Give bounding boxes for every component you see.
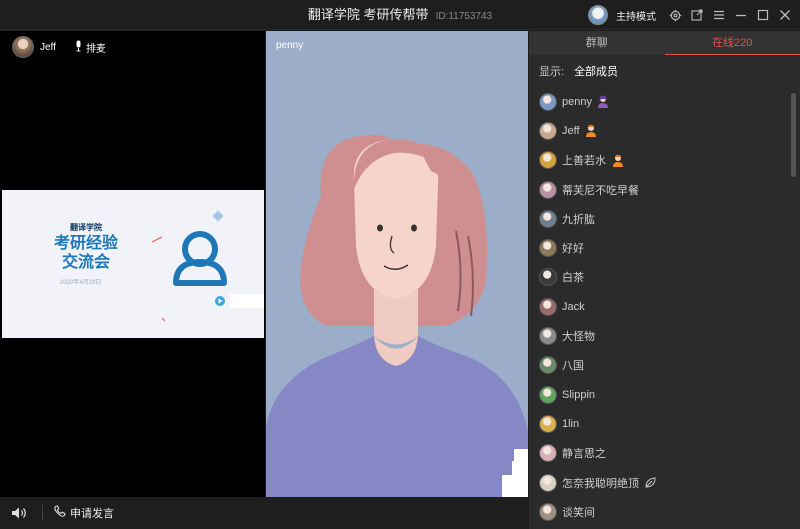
presenter-video-panel[interactable]: Jeff 排麦 翻译学院 考研经验 交流会 2020年4月29日	[0, 31, 265, 497]
user-avatar	[12, 36, 34, 58]
room-title: 翻译学院 考研传帮带	[307, 7, 429, 22]
member-avatar	[539, 297, 557, 316]
member-item[interactable]: 大怪物	[529, 321, 800, 350]
member-item[interactable]: 怎奈我聪明绝顶	[529, 468, 800, 497]
title-bar: 翻译学院 考研传帮带 ID:11753743 主持模式	[0, 0, 800, 30]
maximize-icon[interactable]	[756, 8, 770, 22]
microphone-icon	[74, 40, 83, 55]
member-item[interactable]: penny	[529, 87, 800, 116]
toolbar-divider	[42, 505, 43, 521]
queue-mic-label: 排麦	[85, 43, 106, 55]
member-name: Slippin	[562, 388, 596, 401]
member-name: 静言思之	[562, 448, 606, 461]
member-item[interactable]: Jeff	[529, 116, 800, 145]
chat-panel: 群聊 在线220 显示: 全部成员 penny Jeff 上善若水蒂芙尼不吃早餐 九折…	[529, 31, 800, 529]
host-badge-icon	[611, 154, 624, 167]
chat-tabs: 群聊 在线220	[529, 31, 800, 55]
tab-group-chat[interactable]: 群聊	[529, 31, 665, 55]
member-item[interactable]: 蒂芙尼不吃早餐	[529, 175, 800, 204]
member-name: 大怪物	[562, 331, 595, 344]
filter-label: 显示:	[539, 66, 565, 78]
member-avatar	[539, 327, 557, 346]
member-filter[interactable]: 显示: 全部成员	[529, 55, 800, 87]
member-name: 八国	[562, 360, 584, 373]
member-item[interactable]: 1lin	[529, 409, 800, 438]
member-item[interactable]: 上善若水	[529, 146, 800, 175]
presentation-slide: 翻译学院 考研经验 交流会 2020年4月29日	[2, 190, 264, 338]
member-name: penny	[562, 95, 592, 108]
member-list-scrollbar[interactable]	[791, 93, 796, 177]
member-avatar	[539, 385, 557, 404]
member-avatar	[539, 444, 557, 463]
settings-icon[interactable]	[668, 8, 682, 22]
member-name: 好好	[562, 243, 584, 256]
member-avatar	[539, 502, 557, 521]
member-name: Jack	[562, 300, 585, 313]
bottom-toolbar: 申请发言	[0, 497, 528, 529]
volume-icon[interactable]	[10, 504, 28, 522]
member-item[interactable]: 九折肱	[529, 204, 800, 233]
member-name: 谈笑间	[562, 506, 595, 519]
member-avatar	[539, 239, 557, 258]
member-avatar	[539, 209, 557, 228]
member-item[interactable]: 静言思之	[529, 439, 800, 468]
member-name: 1lin	[562, 417, 580, 430]
host-badge-icon	[585, 124, 598, 138]
member-avatar	[539, 121, 557, 140]
member-name: 九折肱	[562, 213, 595, 226]
request-speak-button[interactable]: 申请发言	[53, 505, 114, 521]
member-item[interactable]: 八国	[529, 351, 800, 380]
queue-mic-button[interactable]: 排麦	[74, 40, 106, 55]
member-item[interactable]: 好好	[529, 233, 800, 262]
host-avatar[interactable]	[588, 5, 608, 25]
member-list: penny Jeff 上善若水蒂芙尼不吃早餐 九折肱好好白茶 Jack 大怪物八国 Slip…	[529, 87, 800, 529]
member-name: 白茶	[562, 272, 584, 285]
avatar-illustration	[266, 134, 528, 497]
member-avatar	[539, 356, 557, 375]
member-item[interactable]: 白茶	[529, 263, 800, 292]
host-mode-label[interactable]: 主持模式	[616, 8, 656, 23]
popout-icon[interactable]	[690, 8, 704, 22]
tab-online-members[interactable]: 在线220	[664, 31, 800, 55]
minimize-icon[interactable]	[734, 8, 748, 22]
member-avatar	[539, 92, 557, 111]
student-video-panel[interactable]: penny	[266, 31, 528, 497]
member-item[interactable]: 谈笑间	[529, 497, 800, 526]
filter-value[interactable]: 全部成员	[574, 63, 618, 79]
leaf-badge-icon	[644, 476, 657, 489]
request-speak-label: 申请发言	[70, 508, 114, 520]
slide-graphics	[151, 210, 264, 322]
member-name: 上善若水	[562, 155, 606, 168]
member-item[interactable]: Slippin	[529, 380, 800, 409]
member-avatar	[539, 151, 557, 170]
phone-icon	[53, 505, 66, 521]
member-name: 蒂芙尼不吃早餐	[562, 184, 639, 197]
member-name: 怎奈我聪明绝顶	[562, 477, 639, 490]
member-avatar	[539, 414, 557, 433]
member-item[interactable]: Jack	[529, 292, 800, 321]
member-avatar	[539, 180, 557, 199]
member-name: Jeff	[562, 124, 580, 137]
close-icon[interactable]	[778, 8, 792, 22]
member-avatar	[539, 473, 557, 492]
menu-icon[interactable]	[712, 8, 726, 22]
member-avatar	[539, 268, 557, 287]
presenter-name: Jeff	[40, 41, 56, 53]
teacher-badge-icon	[597, 95, 610, 109]
room-id: ID:11753743	[435, 11, 493, 22]
